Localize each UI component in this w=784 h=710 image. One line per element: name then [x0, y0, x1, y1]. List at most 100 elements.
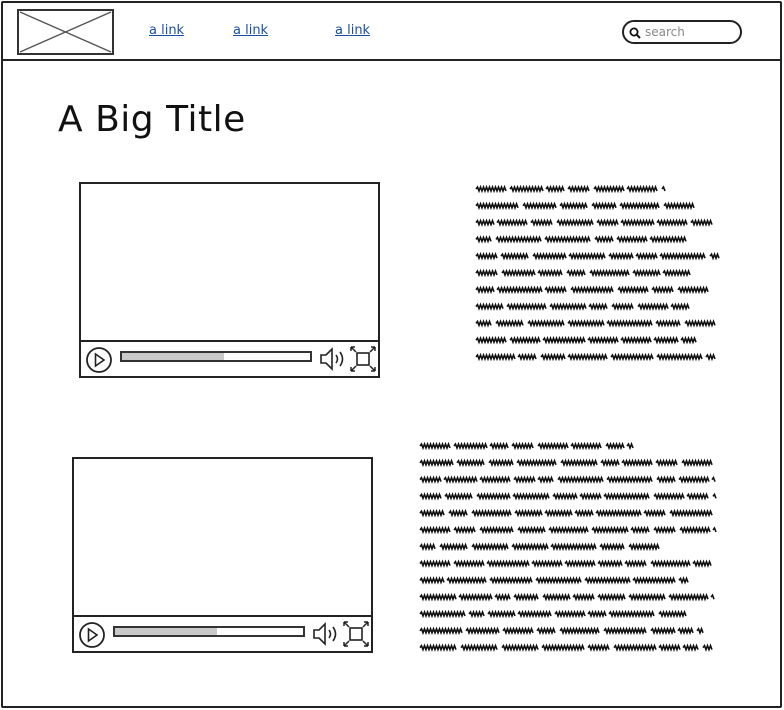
search-box: [622, 20, 742, 44]
scribble-word: [537, 475, 554, 484]
scribble-word: [517, 609, 552, 619]
scribble-word: [542, 592, 571, 602]
scribble-word: [624, 559, 647, 568]
nav-link-2[interactable]: a link: [233, 23, 268, 38]
scribble-word: [567, 184, 590, 194]
scribble-word: [677, 626, 694, 636]
scribble-word: [516, 458, 557, 468]
scribble-word: [621, 458, 653, 468]
scribble-word: [537, 268, 563, 278]
search-icon: [629, 27, 641, 39]
scribble-word: [596, 218, 619, 227]
scribble-word: [542, 335, 586, 345]
search-input[interactable]: [645, 24, 737, 40]
scribble-word: [678, 576, 689, 585]
scribble-word: [628, 592, 666, 602]
fullscreen-icon[interactable]: [349, 345, 377, 373]
scribble-word: [653, 492, 685, 501]
video-progress-bar[interactable]: [120, 351, 312, 362]
scribble-word: [419, 475, 442, 484]
scribble-word: [475, 335, 507, 345]
scribble-word: [557, 475, 604, 484]
video-progress-fill: [115, 628, 217, 635]
scribble-word: [419, 592, 457, 602]
scribble-word: [650, 626, 676, 636]
scribble-word: [509, 335, 541, 345]
scribble-word: [570, 441, 602, 451]
scribble-word: [628, 542, 660, 552]
scribble-word: [702, 643, 713, 652]
scribble-word: [475, 319, 492, 328]
scribble-word: [500, 251, 529, 261]
scribble-word: [656, 352, 703, 362]
volume-icon[interactable]: [319, 346, 347, 372]
volume-icon[interactable]: [312, 621, 340, 647]
video-controls: [74, 615, 371, 651]
scribble-word: [471, 508, 512, 518]
scribble-word: [632, 576, 676, 585]
scribble-word: [527, 319, 565, 328]
scribble-word: [453, 559, 485, 568]
play-icon[interactable]: [85, 346, 113, 374]
scribble-word: [570, 285, 614, 295]
scribble-word: [544, 285, 567, 295]
nav-link-3[interactable]: a link: [335, 23, 370, 38]
video-player[interactable]: [72, 457, 373, 653]
scribble-word: [495, 235, 542, 244]
scribble-word: [556, 218, 594, 227]
scribble-word: [653, 525, 676, 535]
scribble-word: [487, 609, 516, 619]
scribble-word: [656, 475, 676, 484]
scribble-word: [677, 285, 709, 295]
fullscreen-icon[interactable]: [342, 620, 370, 648]
scribble-word: [597, 559, 623, 568]
scribble-word: [630, 525, 650, 535]
scribble-word: [475, 352, 516, 362]
scribble-word: [560, 458, 598, 468]
scribble-word: [522, 201, 557, 211]
scribble-word: [471, 542, 509, 552]
video-progress-bar[interactable]: [113, 626, 305, 637]
scribble-word: [530, 218, 553, 227]
scribble-word: [690, 218, 713, 227]
scribble-word: [479, 525, 514, 535]
scribble-word: [419, 441, 451, 451]
scribble-word: [475, 235, 492, 244]
scribble-word: [567, 319, 605, 328]
scribble-word: [686, 492, 709, 501]
scribble-word: [696, 626, 704, 636]
scribble-word: [488, 458, 514, 468]
scribble-word: [591, 525, 629, 535]
logo-placeholder[interactable]: [17, 9, 114, 55]
scribble-word: [419, 525, 451, 535]
scribble-word: [619, 201, 660, 211]
scribble-word: [439, 542, 468, 552]
scribble-word: [475, 285, 495, 295]
nav-link-1[interactable]: a link: [149, 23, 184, 38]
browser-frame: a link a link a link A Big Title: [1, 1, 782, 708]
scribble-word: [456, 458, 485, 468]
scribble-word: [537, 441, 569, 451]
scribble-word: [661, 185, 666, 192]
play-icon[interactable]: [78, 621, 106, 649]
scribble-word: [643, 508, 666, 518]
scribble-word: [554, 609, 586, 619]
scribble-word: [446, 576, 487, 585]
scribble-word: [567, 352, 608, 362]
scribble-word: [568, 251, 606, 261]
scribble-word: [496, 218, 528, 227]
page-title: A Big Title: [58, 99, 246, 140]
scribble-word: [603, 492, 650, 501]
scribble-word: [506, 302, 547, 311]
scribble-word: [512, 492, 550, 501]
scribble-word: [419, 542, 436, 552]
video-player[interactable]: [79, 182, 380, 378]
scribble-word: [712, 492, 717, 499]
scribble-word: [501, 643, 539, 652]
scribble-word: [620, 218, 655, 227]
scribble-word: [444, 492, 473, 501]
scribble-word: [617, 285, 649, 295]
scribble-word: [489, 576, 533, 585]
scribble-word: [711, 475, 716, 482]
scribble-word: [680, 335, 697, 345]
